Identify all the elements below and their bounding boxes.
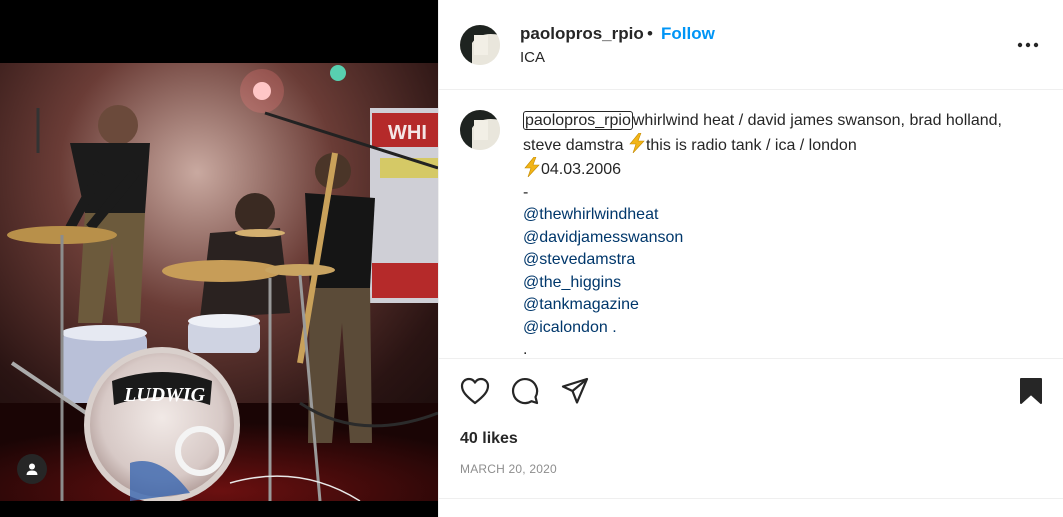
- header-username[interactable]: paolopros_rpio: [520, 24, 644, 44]
- caption-username[interactable]: paolopros_rpio: [523, 111, 633, 130]
- mention-link[interactable]: @icalondon .: [523, 317, 1003, 340]
- post-caption: paolopros_rpio whirlwind heat / david jam…: [523, 110, 1003, 358]
- user-icon: [26, 463, 38, 475]
- avatar[interactable]: [460, 25, 500, 65]
- comments-section[interactable]: paolopros_rpio whirlwind heat / david jam…: [439, 91, 1063, 359]
- location-link[interactable]: ICA: [520, 49, 545, 66]
- tagged-users-button[interactable]: [17, 454, 47, 484]
- action-bar: [439, 360, 1063, 420]
- caption-text-2: this is radio tank / ica / london: [645, 136, 857, 154]
- mention-link[interactable]: @the_higgins: [523, 272, 1003, 295]
- post-header: paolopros_rpio • Follow ICA: [439, 0, 1063, 90]
- likes-count[interactable]: 40 likes: [460, 430, 518, 448]
- banner-text: WHI: [388, 122, 427, 144]
- divider: [439, 498, 1063, 499]
- lightning-icon: [524, 157, 540, 177]
- separator-dot: •: [647, 24, 653, 43]
- post-details-panel: paolopros_rpio • Follow ICA paolopros_rp…: [438, 0, 1063, 517]
- paper-plane-icon: [561, 377, 589, 404]
- heart-icon: [460, 377, 490, 405]
- follow-button[interactable]: Follow: [661, 24, 715, 44]
- mention-link[interactable]: @tankmagazine: [523, 294, 1003, 317]
- comment-icon: [511, 377, 539, 405]
- caption-date: 04.03.2006: [541, 161, 622, 178]
- avatar-image: [460, 110, 500, 150]
- caption-dash: -: [523, 183, 529, 201]
- caption-avatar[interactable]: [460, 110, 500, 150]
- post-media[interactable]: WHI LUDWIG: [0, 0, 438, 517]
- mention-link[interactable]: @davidjamesswanson: [523, 227, 1003, 250]
- mention-link[interactable]: @stevedamstra: [523, 249, 1003, 272]
- lightning-icon: [629, 132, 645, 153]
- more-icon: [1017, 42, 1039, 48]
- post-photo: WHI LUDWIG: [0, 63, 438, 501]
- share-button[interactable]: [558, 374, 592, 408]
- avatar-image: [460, 25, 500, 65]
- like-button[interactable]: [458, 374, 492, 408]
- more-options-button[interactable]: [1013, 30, 1043, 60]
- bookmark-icon: [1020, 378, 1042, 404]
- comment-button[interactable]: [508, 374, 542, 408]
- post-date: MARCH 20, 2020: [460, 462, 557, 476]
- caption-trailing: .: [523, 341, 528, 358]
- save-button[interactable]: [1014, 374, 1048, 408]
- drum-logo-text: LUDWIG: [123, 384, 206, 406]
- mention-link[interactable]: @thewhirlwindheat: [523, 204, 1003, 227]
